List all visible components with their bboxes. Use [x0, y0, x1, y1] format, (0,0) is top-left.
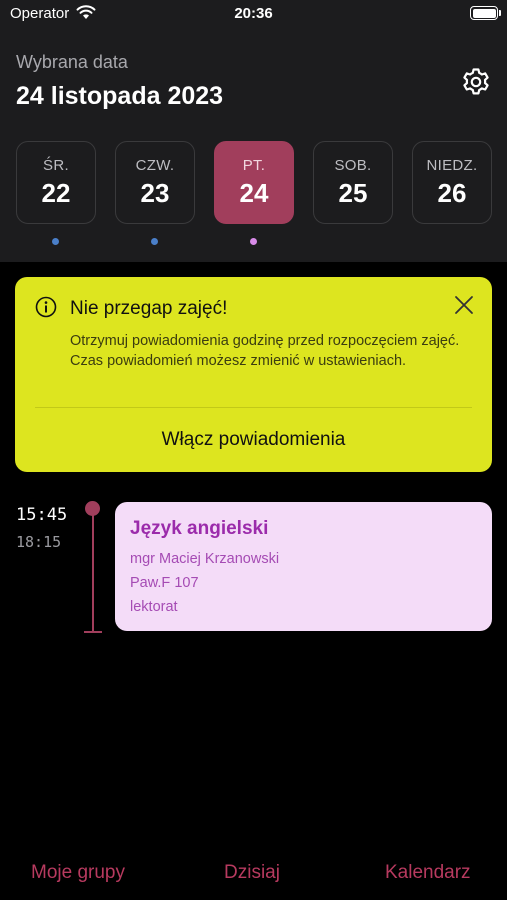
class-teacher: mgr Maciej Krzanowski: [130, 551, 280, 567]
day-number: 24: [239, 178, 269, 208]
class-end-time: 18:15: [16, 533, 62, 551]
day-name: CZW.: [135, 157, 175, 174]
event-dot: [151, 238, 158, 245]
class-title: Język angielski: [130, 518, 269, 539]
event-dot: [250, 238, 257, 245]
day-name: ŚR.: [43, 157, 69, 174]
day-number: 25: [338, 178, 368, 208]
day-card-wed[interactable]: ŚR. 22: [16, 141, 96, 224]
tab-today[interactable]: Dzisiaj: [224, 862, 280, 884]
class-start-time: 15:45: [16, 505, 68, 525]
day-number: 26: [437, 178, 467, 208]
enable-notifications-button[interactable]: Włącz powiadomienia: [15, 407, 492, 472]
class-room: Paw.F 107: [130, 575, 199, 591]
gear-icon[interactable]: [460, 66, 492, 98]
status-time: 20:36: [234, 5, 273, 22]
day-name: NIEDZ.: [426, 157, 478, 174]
day-name: SOB.: [334, 157, 372, 174]
banner-title: Nie przegap zajęć!: [70, 298, 228, 319]
battery-icon: [470, 6, 498, 20]
timeline-end-tick: [84, 631, 102, 633]
status-bar: Operator 20:36: [0, 0, 507, 28]
day-name: PT.: [242, 157, 266, 174]
day-number: 22: [41, 178, 71, 208]
day-number: 23: [140, 178, 170, 208]
selected-date-title: 24 listopada 2023: [16, 82, 224, 110]
day-card-sun[interactable]: NIEDZ. 26: [412, 141, 492, 224]
class-type: lektorat: [130, 599, 178, 615]
day-card-thu[interactable]: CZW. 23: [115, 141, 195, 224]
selected-date-caption: Wybrana data: [16, 52, 128, 72]
tab-calendar[interactable]: Kalendarz: [385, 862, 471, 884]
class-card[interactable]: Język angielski mgr Maciej Krzanowski Pa…: [115, 502, 492, 631]
banner-body: Otrzymuj powiadomienia godzinę przed roz…: [70, 333, 460, 369]
info-icon: [35, 296, 57, 318]
timeline-line: [92, 514, 94, 632]
battery-tip: [499, 10, 501, 16]
close-icon[interactable]: [453, 294, 475, 316]
notification-banner: Nie przegap zajęć! Otrzymuj powiadomieni…: [15, 277, 492, 472]
event-dot: [52, 238, 59, 245]
day-card-fri-selected[interactable]: PT. 24: [214, 141, 294, 224]
tab-my-groups[interactable]: Moje grupy: [31, 862, 125, 884]
tab-bar: Moje grupy Dzisiaj Kalendarz: [0, 850, 507, 900]
day-card-sat[interactable]: SOB. 25: [313, 141, 393, 224]
